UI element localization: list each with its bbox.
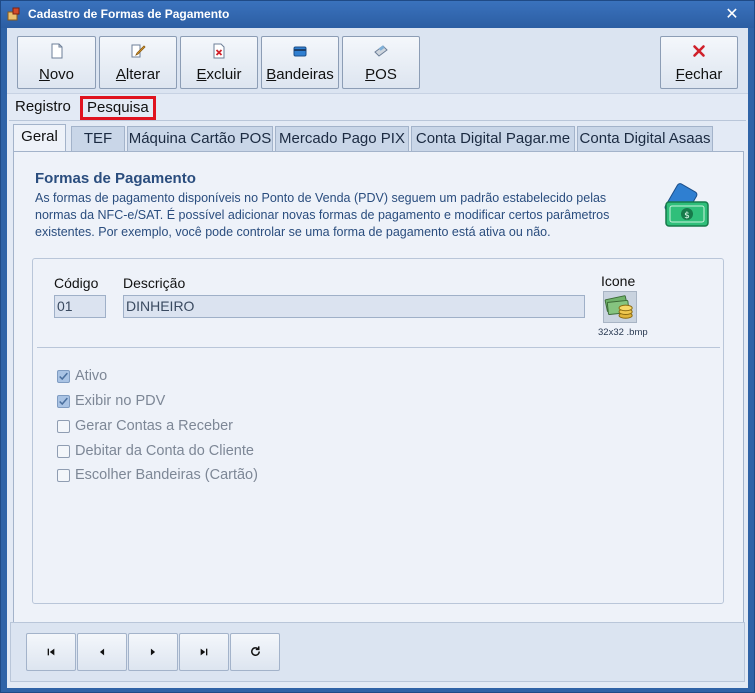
checkbox-box: [57, 395, 70, 408]
checkbox-box: [57, 469, 70, 482]
prior-record-button[interactable]: [77, 633, 127, 671]
pos-button[interactable]: POS: [342, 36, 420, 89]
pos-label: POS: [365, 66, 397, 83]
close-x-icon: [693, 45, 705, 57]
tab-maquina-cartao-pos[interactable]: Máquina Cartão POS: [127, 126, 273, 151]
delete-document-icon: [213, 43, 225, 59]
tab-conta-digital-asaas[interactable]: Conta Digital Asaas: [577, 126, 713, 151]
novo-button[interactable]: Novo: [17, 36, 96, 89]
exibir-no-pdv-label: Exibir no PDV: [75, 393, 166, 409]
refresh-button[interactable]: [230, 633, 280, 671]
refresh-icon: [250, 646, 260, 656]
section-description: As formas de pagamento disponíveis no Po…: [35, 191, 610, 239]
title-bar[interactable]: Cadastro de Formas de Pagamento ✕: [1, 1, 754, 28]
excluir-button[interactable]: Excluir: [180, 36, 258, 89]
geral-panel: Formas de Pagamento As formas de pagamen…: [13, 151, 744, 623]
record-navigator: [10, 622, 745, 682]
gerar-contas-receber-label: Gerar Contas a Receber: [75, 418, 233, 434]
cash-coins-icon: [604, 295, 633, 319]
ativo-label: Ativo: [75, 368, 108, 384]
escolher-bandeiras-label: Escolher Bandeiras (Cartão): [75, 467, 258, 483]
tab-tef[interactable]: TEF: [71, 126, 125, 151]
codigo-field[interactable]: 01: [54, 295, 106, 318]
section-title: Formas de Pagamento: [35, 170, 196, 187]
tab-mercado-pago-pix[interactable]: Mercado Pago PIX: [275, 126, 409, 151]
outer-tab-strip: Registro Pesquisa: [7, 96, 748, 120]
card-icon: [293, 46, 307, 57]
codigo-label: Código: [54, 275, 99, 291]
window-close-button[interactable]: ✕: [722, 4, 742, 24]
checkbox-box: [57, 370, 70, 383]
tab-registro[interactable]: Registro: [11, 96, 75, 120]
fechar-button[interactable]: Fechar: [660, 36, 738, 89]
pos-terminal-icon: [374, 45, 388, 57]
money-card-icon: $: [664, 183, 709, 227]
main-window: Cadastro de Formas de Pagamento ✕ Novo A…: [0, 0, 755, 693]
debitar-conta-cliente-label: Debitar da Conta do Cliente: [75, 443, 254, 459]
window-title: Cadastro de Formas de Pagamento: [28, 7, 230, 21]
descricao-field[interactable]: DINHEIRO: [123, 295, 585, 318]
alterar-label: Alterar: [115, 66, 161, 83]
app-icon: [7, 7, 20, 21]
svg-text:$: $: [684, 211, 690, 221]
payment-icon-picker[interactable]: [603, 291, 637, 323]
last-record-button[interactable]: [179, 633, 229, 671]
new-document-icon: [51, 43, 62, 59]
first-record-icon: [47, 648, 55, 655]
tab-conta-digital-pagarme[interactable]: Conta Digital Pagar.me: [411, 126, 575, 151]
novo-label: Novo: [38, 66, 75, 83]
client-area: Novo Alterar Excluir Bandeiras POS Fecha…: [7, 28, 748, 688]
toolbar: Novo Alterar Excluir Bandeiras POS Fecha…: [7, 28, 748, 94]
excluir-label: Excluir: [196, 66, 242, 83]
tab-geral[interactable]: Geral: [13, 124, 66, 152]
record-groupbox: Código Descrição Icone 01 DINHEIRO 32x32…: [32, 258, 724, 604]
last-record-icon: [200, 648, 208, 655]
next-record-icon: [150, 648, 156, 655]
edit-icon: [131, 44, 146, 58]
next-record-button[interactable]: [128, 633, 178, 671]
fechar-label: Fechar: [675, 66, 723, 83]
registro-panel: Geral TEF Máquina Cartão POS Mercado Pag…: [9, 120, 746, 623]
first-record-button[interactable]: [26, 633, 76, 671]
icon-size-caption: 32x32 .bmp: [598, 327, 648, 338]
bandeiras-label: Bandeiras: [266, 66, 334, 83]
tab-pesquisa[interactable]: Pesquisa: [80, 96, 156, 120]
prior-record-icon: [99, 648, 105, 655]
form-divider: [37, 347, 720, 348]
icone-label: Icone: [601, 273, 636, 289]
bandeiras-button[interactable]: Bandeiras: [261, 36, 339, 89]
descricao-label: Descrição: [123, 275, 186, 291]
checkbox-box: [57, 420, 70, 433]
checkbox-box: [57, 445, 70, 458]
alterar-button[interactable]: Alterar: [99, 36, 177, 89]
